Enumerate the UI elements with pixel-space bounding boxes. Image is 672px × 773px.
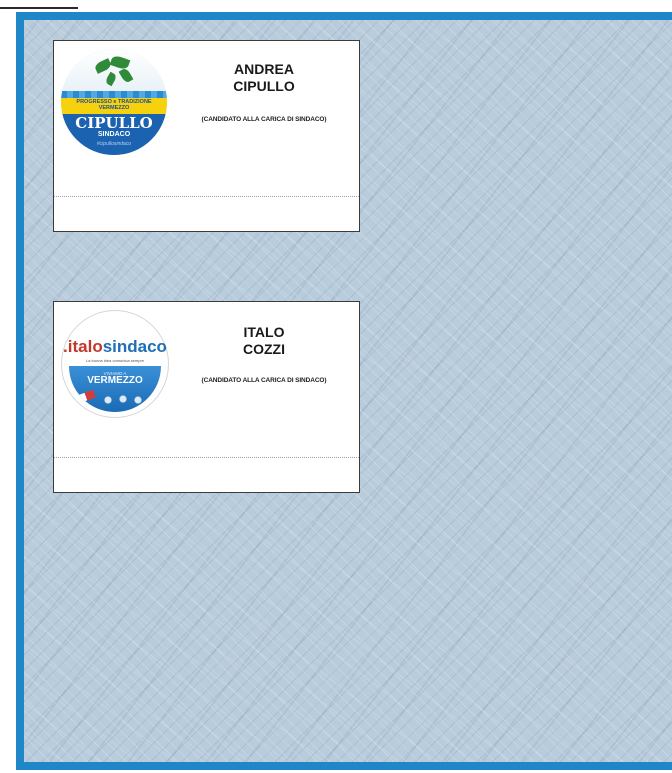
corner-registration-mark — [0, 0, 78, 9]
wave-band — [61, 91, 167, 98]
people-icon — [99, 392, 159, 412]
candidate-box-cozzi[interactable]: .italosindaco La buona idea comunica sem… — [53, 301, 360, 493]
candidate-name: ANDREA CIPULLO — [204, 61, 324, 95]
candidate-role: (CANDIDATO ALLA CARICA DI SINDACO) — [201, 116, 327, 123]
logo-wordmark: .italosindaco — [61, 338, 169, 356]
italian-flag-icon — [69, 389, 96, 407]
logo-blue-badge: VIVIAMO A VERMEZZO — [69, 366, 161, 412]
logo-main-text: CIPULLO — [75, 114, 153, 132]
candidate-role: (CANDIDATO ALLA CARICA DI SINDACO) — [201, 377, 327, 384]
logo-prefix: .italo — [63, 337, 103, 356]
logo-sub-text: SINDACO — [97, 131, 131, 138]
logo-place-text: VERMEZZO — [87, 375, 143, 386]
candidate-name: ITALO COZZI — [204, 324, 324, 358]
candidate-logo-cozzi: .italosindaco La buona idea comunica sem… — [61, 310, 169, 418]
candidate-last-name: CIPULLO — [233, 78, 295, 94]
logo-tagline: La buona idea comunica sempre — [85, 358, 145, 363]
preference-line — [54, 196, 359, 197]
candidate-first-name: ANDREA — [234, 61, 294, 77]
ballot-frame: PROGRESSO e TRADIZIONE VERMEZZO CIPULLO … — [16, 12, 672, 770]
logo-main-text: sindaco — [102, 337, 167, 356]
logo-hashtag: #cipullosindaco — [96, 141, 132, 147]
preference-line — [54, 457, 359, 458]
logo-sky — [61, 49, 167, 91]
candidate-box-cipullo[interactable]: PROGRESSO e TRADIZIONE VERMEZZO CIPULLO … — [53, 40, 360, 232]
logo-top-text: PROGRESSO e TRADIZIONE VERMEZZO — [76, 99, 152, 111]
candidate-first-name: ITALO — [243, 324, 285, 340]
candidate-last-name: COZZI — [243, 341, 285, 357]
candidate-logo-cipullo: PROGRESSO e TRADIZIONE VERMEZZO CIPULLO … — [61, 49, 167, 155]
